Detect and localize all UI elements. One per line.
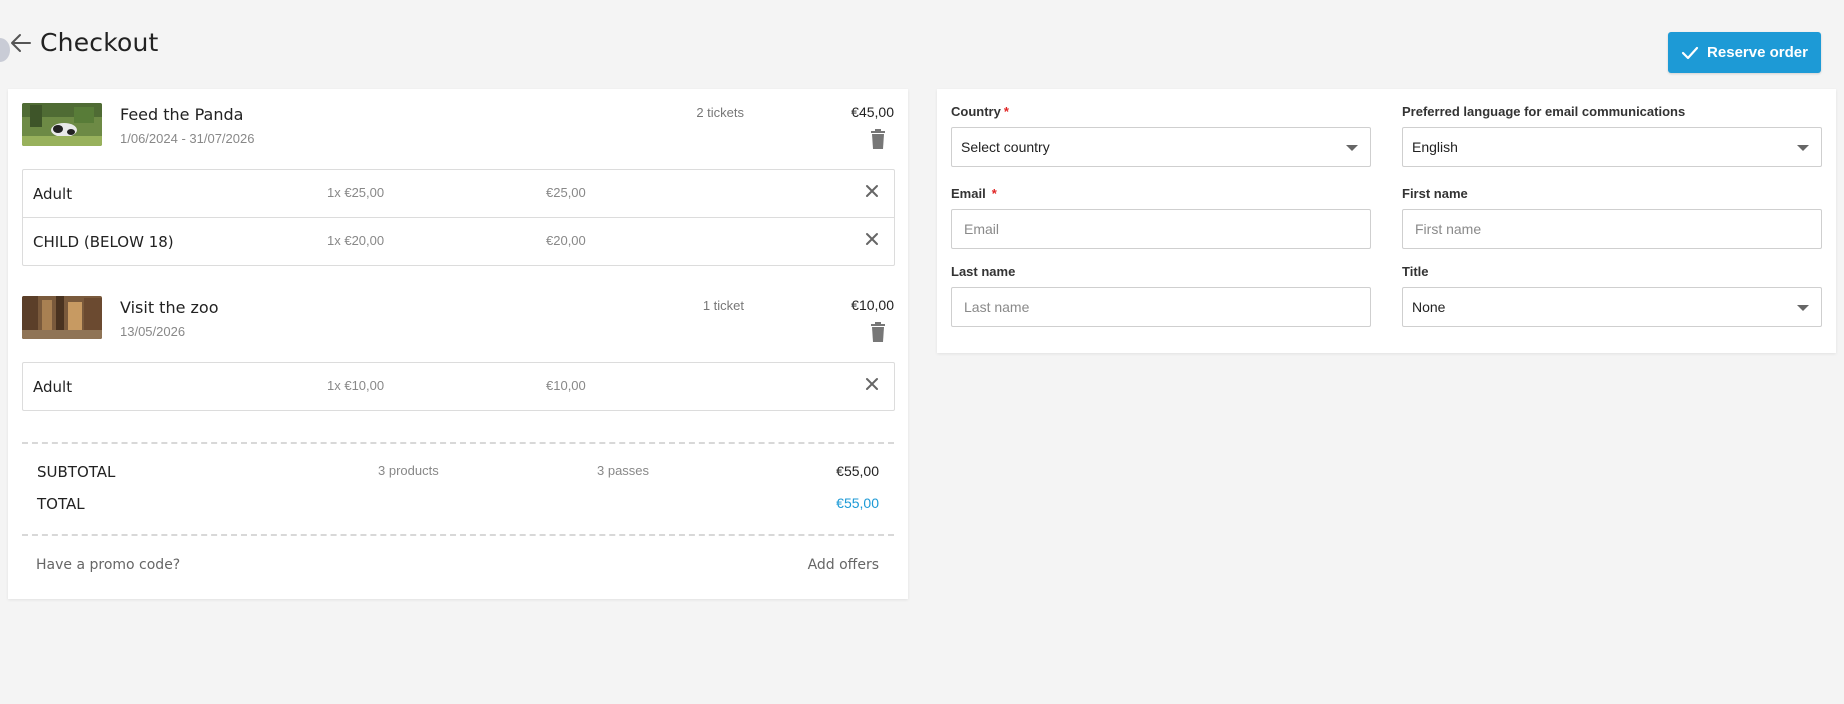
language-select-value: English [1412,139,1458,155]
total-label: TOTAL [37,495,85,513]
first-name-label: First name [1402,186,1468,201]
caret-down-icon [1797,145,1809,151]
back-arrow-icon[interactable] [8,30,34,56]
product-price: €10,00 [851,297,894,313]
check-icon [1681,46,1699,59]
product-name: Visit the zoo [120,298,219,317]
ticket-quantity: 1x €25,00 [327,185,385,200]
subtotal-label: SUBTOTAL [37,463,116,481]
ticket-type: Adult [33,185,73,203]
first-name-field: First name [1402,186,1822,249]
email-label: Email [951,186,986,201]
reserve-order-label: Reserve order [1707,44,1808,61]
subtotal-row: SUBTOTAL 3 products 3 passes €55,00 [37,461,879,483]
product-price: €45,00 [851,104,894,120]
ticket-line: CHILD (BELOW 18) 1x €20,00 €20,00 [23,217,894,265]
ticket-type: CHILD (BELOW 18) [33,233,174,251]
ticket-line: Adult 1x €10,00 €10,00 [23,363,894,410]
language-field: Preferred language for email communicati… [1402,104,1822,167]
close-icon[interactable] [864,183,880,199]
last-name-label: Last name [951,264,1016,279]
ticket-quantity: 1x €20,00 [327,233,385,248]
product-date: 1/06/2024 - 31/07/2026 [120,131,255,146]
ticket-lines: Adult 1x €10,00 €10,00 [22,362,895,411]
total-row: TOTAL €55,00 [37,493,879,515]
required-marker: * [1003,104,1009,119]
product-thumbnail [22,103,102,146]
subtotal-passes: 3 passes [597,463,650,478]
title-field: Title None [1402,264,1822,327]
email-input[interactable] [952,210,1370,248]
ticket-lines: Adult 1x €25,00 €25,00 CHILD (BELOW 18) … [22,169,895,266]
cart-panel: Feed the Panda 1/06/2024 - 31/07/2026 2 … [8,89,908,599]
customer-form: Country * Select country Preferred langua… [937,89,1836,353]
country-select-value: Select country [961,139,1050,155]
ticket-total: €20,00 [546,233,586,248]
country-label: Country [951,104,1001,119]
product-name: Feed the Panda [120,105,244,124]
close-icon[interactable] [864,376,880,392]
page-title: Checkout [40,28,159,57]
cart-product: Visit the zoo 13/05/2026 1 ticket €10,00 [22,296,894,356]
required-marker: * [991,186,997,201]
header: Checkout Reserve order [0,0,1844,88]
ticket-quantity: 1x €10,00 [327,378,385,393]
ticket-line: Adult 1x €25,00 €25,00 [23,170,894,217]
first-name-input[interactable] [1403,210,1821,248]
promo-code-link[interactable]: Have a promo code? [36,557,180,573]
last-name-field: Last name [951,264,1371,327]
country-select[interactable]: Select country [951,127,1371,167]
language-label: Preferred language for email communicati… [1402,104,1686,119]
trash-icon[interactable] [870,129,886,149]
trash-icon[interactable] [870,322,886,342]
ticket-total: €25,00 [546,185,586,200]
language-select[interactable]: English [1402,127,1822,167]
email-field: Email * [951,186,1371,249]
subtotal-products: 3 products [378,463,439,478]
dashed-divider [22,534,894,536]
cart-product: Feed the Panda 1/06/2024 - 31/07/2026 2 … [22,103,894,163]
product-ticket-count: 2 tickets [696,105,744,120]
caret-down-icon [1346,145,1358,151]
reserve-order-button[interactable]: Reserve order [1668,32,1821,73]
total-value: €55,00 [836,495,879,511]
ticket-type: Adult [33,378,73,396]
product-date: 13/05/2026 [120,324,186,339]
title-select-value: None [1412,299,1446,315]
title-label: Title [1402,264,1429,279]
subtotal-value: €55,00 [836,463,879,479]
last-name-input[interactable] [952,288,1370,326]
dashed-divider [22,442,894,444]
add-offers-link[interactable]: Add offers [808,557,879,573]
caret-down-icon [1797,305,1809,311]
product-ticket-count: 1 ticket [702,298,744,313]
close-icon[interactable] [864,231,880,247]
product-thumbnail [22,296,102,339]
ticket-total: €10,00 [546,378,586,393]
title-select[interactable]: None [1402,287,1822,327]
country-field: Country * Select country [951,104,1371,167]
